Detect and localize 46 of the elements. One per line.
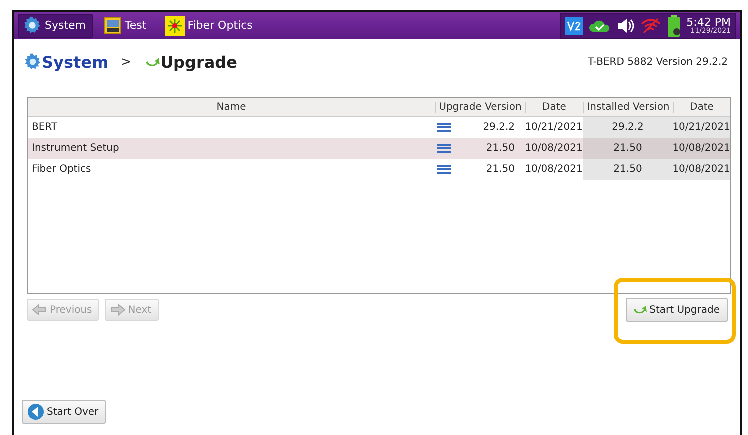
table-cell: 29.2.2 — [583, 117, 673, 138]
start-upgrade-button[interactable]: Start Upgrade — [626, 298, 728, 322]
table-cell: 29.2.2 — [483, 122, 515, 133]
column-header: Date — [525, 102, 583, 112]
table-row[interactable]: Instrument Setup 21.50 10/08/2021 21.50 10/08/2021 — [28, 138, 730, 159]
start-over-button[interactable]: Start Over — [22, 400, 106, 424]
battery-icon — [666, 14, 681, 36]
breadcrumb-separator: > — [120, 54, 132, 70]
table-cell-text: 10/21/2021 — [525, 121, 583, 135]
right-arrow-icon — [110, 304, 126, 316]
gear-icon — [23, 16, 42, 35]
cloud-check-icon — [588, 18, 611, 32]
breadcrumb-link[interactable]: System — [42, 52, 109, 72]
table-cell: 10/21/2021 — [673, 117, 730, 138]
gear-icon — [24, 53, 42, 71]
bert-icon — [104, 16, 122, 34]
app-tab[interactable]: Fiber Optics — [160, 14, 260, 38]
page-title: Upgrade — [160, 52, 238, 72]
column-header: Name — [216, 102, 248, 112]
list-icon — [437, 123, 451, 132]
wifi-off-icon — [640, 18, 661, 34]
table-cell-text: BERT — [31, 121, 59, 135]
list-icon — [437, 165, 451, 174]
table-cell: 21.50 — [486, 143, 515, 154]
table-cell: 10/08/2021 — [673, 138, 730, 159]
back-icon — [27, 403, 45, 421]
table-cell-text: 10/08/2021 — [525, 163, 583, 177]
v2-icon — [564, 16, 583, 34]
table-cell-text: Instrument Setup — [31, 142, 120, 156]
app-tab[interactable]: System — [18, 14, 94, 38]
clock-time: 5:42 PM — [686, 16, 731, 28]
list-icon — [437, 144, 451, 153]
table-cell: 21.50 — [486, 164, 515, 175]
laser-icon — [164, 16, 185, 36]
table-cell: 10/08/2021 — [673, 159, 730, 180]
column-header: Upgrade Version — [435, 102, 525, 112]
table-cell: 21.50 — [583, 138, 673, 159]
table-cell: 21.50 — [583, 159, 673, 180]
column-header: Date — [673, 102, 730, 112]
left-arrow-icon — [32, 304, 48, 316]
table-cell-text: 10/08/2021 — [525, 142, 583, 156]
app-tab[interactable]: Test — [99, 14, 154, 38]
column-header: Installed Version — [583, 102, 673, 112]
speaker-icon — [616, 18, 635, 34]
table-cell-text: Fiber Optics — [31, 163, 92, 177]
version-label: T-BERD 5882 Version 29.2.2 — [588, 56, 728, 68]
